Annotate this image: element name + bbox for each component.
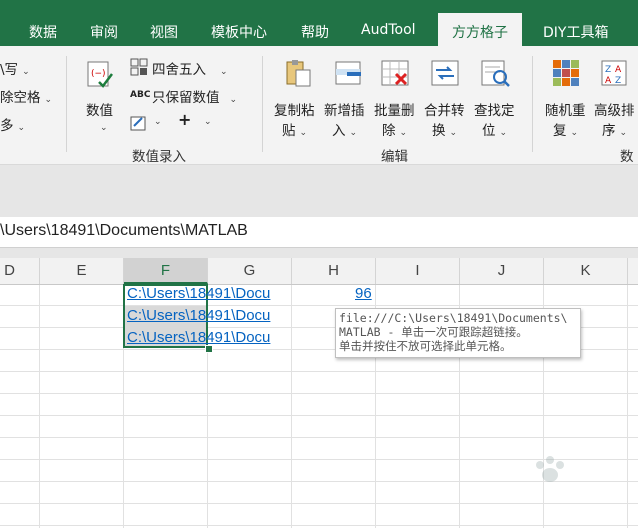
ribbon-partial-item-1[interactable]: \写 ⌄ (0, 58, 30, 78)
find-locate-button-line1[interactable]: 查找定 (474, 99, 515, 119)
find-locate-button-line2[interactable]: 位 ⌄ (482, 119, 507, 139)
tab-help[interactable]: 帮助 (301, 22, 329, 42)
merge-convert-button-line1[interactable]: 合并转 (424, 99, 465, 119)
column-header-h[interactable]: H (292, 258, 376, 284)
insert-button-line1[interactable]: 新增插 (324, 99, 365, 119)
chevron-down-icon[interactable]: ⌄ (200, 112, 212, 128)
column-header-partial[interactable] (628, 258, 638, 284)
column-header-j[interactable]: J (460, 258, 544, 284)
group-label-edit: 编辑 (381, 149, 408, 165)
tooltip-line-3: 单击并按住不放可选择此单元格。 (339, 339, 512, 353)
copy-paste-button-line1[interactable]: 复制粘 (274, 99, 315, 119)
column-header-g[interactable]: G (208, 258, 292, 284)
ribbon-partial-item-2[interactable]: 除空格 ⌄ (0, 86, 52, 106)
hyperlink-cell-h1[interactable]: 96 (355, 285, 372, 302)
paw-icon (536, 456, 564, 482)
copy-paste-button-line2[interactable]: 贴 ⌄ (282, 119, 307, 139)
abc-icon: ABC (130, 90, 151, 100)
round-icon (130, 58, 148, 76)
random-repeat-button-line2[interactable]: 复 ⌄ (553, 119, 578, 139)
hyperlink-tooltip: file:///C:\Users\18491\Documents\ MATLAB… (335, 308, 581, 358)
hyperlink-cell-f3[interactable]: C:\Users\18491\Docu (127, 329, 292, 346)
column-header-d[interactable]: D (0, 258, 40, 284)
advanced-sort-button-line1[interactable]: 高级排 (594, 99, 635, 119)
chevron-down-icon[interactable]: ⌄ (150, 112, 162, 128)
ribbon: \写 ⌄ 除空格 ⌄ 多 ⌄ (−) 数值 ⌄ 四舍五入 ⌄ ABC 只保留数值 ⌄ ⌄ … (0, 46, 638, 165)
ribbon-separator (532, 56, 533, 152)
column-header-row: D E F G H I J K (0, 258, 638, 285)
insert-icon (335, 61, 361, 85)
watermark-logo (470, 455, 620, 515)
batch-delete-icon (381, 60, 409, 86)
grid-line (0, 437, 638, 438)
hyperlink-cell-f1[interactable]: C:\Users\18491\Docu (127, 285, 292, 302)
grid-line (0, 393, 638, 394)
numeric-button[interactable]: 数值 (86, 99, 113, 119)
advanced-sort-icon: ZA AZ (601, 60, 627, 86)
fill-handle[interactable] (205, 345, 213, 353)
grid-line (0, 525, 638, 526)
numeric-value-icon: (−) (87, 61, 113, 88)
column-header-i[interactable]: I (376, 258, 460, 284)
tooltip-line-1: file:///C:\Users\18491\Documents\ (339, 311, 568, 325)
tooltip-line-2: MATLAB - 单击一次可跟踪超链接。 (339, 325, 528, 339)
tab-review[interactable]: 审阅 (90, 22, 118, 42)
grid-line (0, 305, 638, 306)
merge-convert-button-line2[interactable]: 换 ⌄ (432, 119, 457, 139)
ribbon-separator (262, 56, 263, 152)
ribbon-partial-item-3[interactable]: 多 ⌄ (0, 114, 25, 134)
keep-value-button[interactable]: 只保留数值 ⌄ (152, 86, 237, 106)
chevron-down-icon[interactable]: ⌄ (96, 118, 108, 134)
tab-audtool[interactable]: AudTool (361, 22, 416, 38)
column-header-k[interactable]: K (544, 258, 628, 284)
grid-line (0, 415, 638, 416)
grid-line (627, 285, 628, 528)
tab-template-center[interactable]: 模板中心 (211, 22, 267, 42)
tab-diy-toolbox[interactable]: DIY工具箱 (543, 22, 608, 42)
grid-line (39, 285, 40, 528)
group-label-right-partial: 数 (620, 149, 634, 165)
ribbon-lower-band (0, 165, 638, 217)
svg-text:Z: Z (605, 65, 611, 75)
batch-delete-button-line2[interactable]: 除 ⌄ (382, 119, 407, 139)
insert-button-line2[interactable]: 入 ⌄ (332, 119, 357, 139)
formula-bar-value[interactable]: \Users\18491\Documents\MATLAB (0, 222, 248, 240)
find-locate-icon (481, 60, 510, 87)
paste-icon (286, 60, 311, 87)
plus-button[interactable]: + (178, 110, 191, 129)
ribbon-tab-bar: 数据 审阅 视图 模板中心 帮助 AudTool 方方格子 DIY工具箱 (0, 0, 638, 46)
tab-view[interactable]: 视图 (150, 22, 178, 42)
advanced-sort-button-line2[interactable]: 序 ⌄ (602, 119, 627, 139)
random-repeat-button-line1[interactable]: 随机重 (545, 99, 586, 119)
tab-data[interactable]: 数据 (29, 22, 57, 42)
svg-text:A: A (605, 76, 612, 86)
group-label-numeric: 数值录入 (132, 149, 186, 165)
hyperlink-cell-f2[interactable]: C:\Users\18491\Docu (127, 307, 292, 324)
formula-bar[interactable]: \Users\18491\Documents\MATLAB (0, 217, 638, 248)
grid-line (0, 371, 638, 372)
svg-text:Z: Z (615, 76, 621, 86)
svg-text:A: A (615, 65, 622, 75)
tab-fangfanggezi[interactable]: 方方格子 (438, 13, 522, 46)
merge-convert-icon (431, 60, 459, 86)
edit-chart-icon[interactable] (130, 114, 148, 132)
ribbon-separator (66, 56, 67, 152)
column-header-e[interactable]: E (40, 258, 124, 284)
svg-text:(−): (−) (91, 69, 106, 79)
column-header-f[interactable]: F (124, 258, 208, 284)
formula-bar-gap (0, 248, 638, 258)
round-button[interactable]: 四舍五入 ⌄ (152, 58, 228, 78)
random-repeat-icon (553, 60, 579, 86)
batch-delete-button-line1[interactable]: 批量删 (374, 99, 415, 119)
